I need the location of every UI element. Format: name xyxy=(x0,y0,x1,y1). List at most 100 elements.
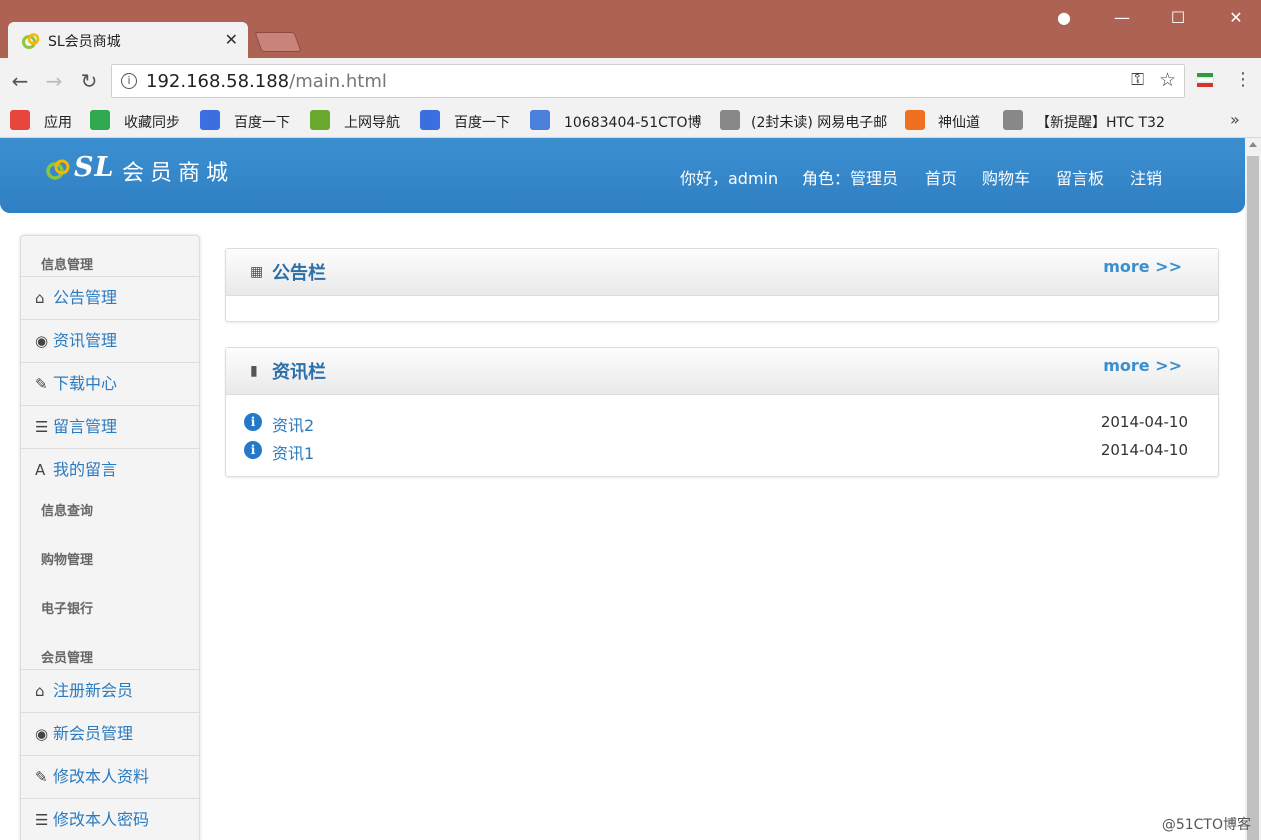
bookmark-item[interactable]: 百度一下 xyxy=(454,112,510,132)
nav-message-board[interactable]: 留言板 xyxy=(1056,165,1104,189)
news-more-link[interactable]: more >> xyxy=(1103,356,1182,375)
browser-titlebar: SL会员商城 ✕ ● — ☐ ✕ xyxy=(0,0,1261,58)
info-circle-icon: i xyxy=(244,413,262,431)
ie-icon xyxy=(90,110,110,130)
browser-tab[interactable]: SL会员商城 ✕ xyxy=(8,22,248,58)
home-icon: ⌂ xyxy=(35,682,45,700)
news-title-link[interactable]: 资讯2 xyxy=(272,412,314,436)
eye-icon: ◉ xyxy=(35,332,49,350)
list-icon: ☰ xyxy=(35,418,49,436)
notice-more-link[interactable]: more >> xyxy=(1103,257,1182,276)
sidebar-section-title[interactable]: 信息管理 xyxy=(21,250,199,276)
bookmark-item[interactable]: 百度一下 xyxy=(234,112,290,132)
sidebar-section-title[interactable]: 购物管理 xyxy=(21,545,199,571)
notice-panel: ▦ 公告栏 more >> xyxy=(225,248,1219,322)
news-panel-title: 资讯栏 xyxy=(272,362,326,383)
sidebar-item-label: 下载中心 xyxy=(53,374,118,393)
bookmark-item[interactable]: 10683404-51CTO博 xyxy=(564,112,701,132)
key-icon[interactable]: ⚿ xyxy=(1131,70,1144,90)
role-label: 角色：管理员 xyxy=(802,169,899,188)
sidebar-item-label: 注册新会员 xyxy=(53,681,134,700)
maximize-button[interactable]: ☐ xyxy=(1166,8,1190,27)
new-tab-button[interactable] xyxy=(254,32,302,52)
news-date: 2014-04-10 xyxy=(1100,413,1188,431)
bookmarks-more-icon[interactable]: » xyxy=(1230,110,1240,129)
news-title-link[interactable]: 资讯1 xyxy=(272,440,314,464)
bookmarks-bar: 应用 收藏同步 百度一下 上网导航 百度一下 10683404-51CTO博 (2封未读) … xyxy=(0,104,1261,138)
url-text[interactable]: 192.168.58.188/main.html xyxy=(146,71,387,92)
close-window-button[interactable]: ✕ xyxy=(1224,8,1248,27)
sidebar-item[interactable]: ⌂ 注册新会员 xyxy=(21,669,199,712)
news-item: i 资讯1 2014-04-10 xyxy=(242,437,1202,463)
sidebar-item[interactable]: ✎ 修改本人资料 xyxy=(21,755,199,798)
apps-grid-icon xyxy=(10,110,30,130)
sidebar-item[interactable]: ◉ 资讯管理 xyxy=(21,319,199,362)
extension-icon[interactable] xyxy=(1196,71,1214,89)
sidebar-section-title[interactable]: 电子银行 xyxy=(21,594,199,620)
hao-icon xyxy=(310,110,330,130)
logo-rings-icon xyxy=(46,159,70,180)
news-item: i 资讯2 2014-04-10 xyxy=(242,409,1202,435)
logo-name: 会员商城 xyxy=(122,161,235,186)
notice-panel-header: ▦ 公告栏 more >> xyxy=(226,249,1218,296)
sidebar-section-title[interactable]: 会员管理 xyxy=(21,643,199,669)
address-bar[interactable]: i 192.168.58.188/main.html ⚿ ☆ xyxy=(111,64,1185,98)
browser-toolbar: ← → ↻ i 192.168.58.188/main.html ⚿ ☆ ⋮ xyxy=(0,58,1261,104)
sidebar: 信息管理 ⌂ 公告管理 ◉ 资讯管理 ✎ 下载中心 ☰ 留言管理 A 我的留言 信息查询 购物管理 电子银… xyxy=(20,235,200,840)
account-icon[interactable]: ● xyxy=(1052,8,1076,27)
bookmark-item[interactable]: 应用 xyxy=(44,112,72,132)
news-panel: ▮ 资讯栏 more >> i 资讯2 2014-04-10 i 资讯1 2014-04-… xyxy=(225,347,1219,477)
minimize-button[interactable]: — xyxy=(1110,8,1134,27)
sidebar-item-label: 我的留言 xyxy=(53,460,118,479)
tab-close-icon[interactable]: ✕ xyxy=(225,30,238,49)
logo-sl: SL xyxy=(74,152,115,183)
info-icon[interactable]: i xyxy=(121,73,137,89)
bookmark-item[interactable]: 收藏同步 xyxy=(124,112,180,132)
edit-icon: ✎ xyxy=(35,375,48,393)
bookmark-item[interactable]: 神仙道 xyxy=(938,112,980,132)
news-panel-header: ▮ 资讯栏 more >> xyxy=(226,348,1218,395)
edit-icon: ✎ xyxy=(35,768,48,786)
sidebar-item-label: 留言管理 xyxy=(53,417,118,436)
bookmark-item[interactable]: 【新提醒】HTC T32 xyxy=(1036,112,1165,132)
star-icon[interactable]: ☆ xyxy=(1159,69,1176,91)
page-viewport: SL 会员商城 你好，admin 角色：管理员 首页 购物车 留言板 注销 信息… xyxy=(0,138,1245,840)
page-scrollbar[interactable] xyxy=(1245,138,1261,840)
sidebar-item[interactable]: A 我的留言 xyxy=(21,448,199,491)
sidebar-item-label: 修改本人密码 xyxy=(53,810,150,829)
page-icon xyxy=(1003,110,1023,130)
nav-logout[interactable]: 注销 xyxy=(1130,165,1162,189)
nav-home[interactable]: 首页 xyxy=(925,165,957,189)
info-circle-icon: i xyxy=(244,441,262,459)
home-icon: ⌂ xyxy=(35,289,45,307)
scroll-up-icon[interactable] xyxy=(1249,142,1257,147)
font-icon: A xyxy=(35,461,46,479)
sidebar-item[interactable]: ☰ 留言管理 xyxy=(21,405,199,448)
nav-cart[interactable]: 购物车 xyxy=(982,165,1030,189)
game-icon xyxy=(905,110,925,130)
news-date: 2014-04-10 xyxy=(1100,441,1188,459)
sidebar-item-label: 新会员管理 xyxy=(53,724,134,743)
list-icon: ☰ xyxy=(35,811,49,829)
sidebar-item[interactable]: ◉ 新会员管理 xyxy=(21,712,199,755)
feather-icon xyxy=(530,110,550,130)
scroll-thumb[interactable] xyxy=(1247,156,1259,840)
eye-icon: ◉ xyxy=(35,725,49,743)
sidebar-item[interactable]: ✎ 下载中心 xyxy=(21,362,199,405)
sidebar-item-label: 公告管理 xyxy=(53,288,118,307)
reload-button[interactable]: ↻ xyxy=(77,69,101,93)
bookmark-item[interactable]: (2封未读) 网易电子邮 xyxy=(751,112,887,132)
sidebar-item[interactable]: ☰ 修改本人密码 xyxy=(21,798,199,840)
sidebar-section-title[interactable]: 信息查询 xyxy=(21,496,199,522)
sidebar-item[interactable]: ⌂ 公告管理 xyxy=(21,276,199,319)
forward-button[interactable]: → xyxy=(42,69,66,93)
sidebar-item-label: 资讯管理 xyxy=(53,331,118,350)
page-icon xyxy=(720,110,740,130)
tab-title: SL会员商城 xyxy=(48,34,121,50)
site-header: SL 会员商城 你好，admin 角色：管理员 首页 购物车 留言板 注销 xyxy=(0,138,1245,213)
menu-icon[interactable]: ⋮ xyxy=(1234,69,1252,90)
back-button[interactable]: ← xyxy=(8,69,32,93)
greeting: 你好，admin xyxy=(680,169,779,188)
bookmark-item[interactable]: 上网导航 xyxy=(344,112,400,132)
sidebar-item-label: 修改本人资料 xyxy=(53,767,150,786)
